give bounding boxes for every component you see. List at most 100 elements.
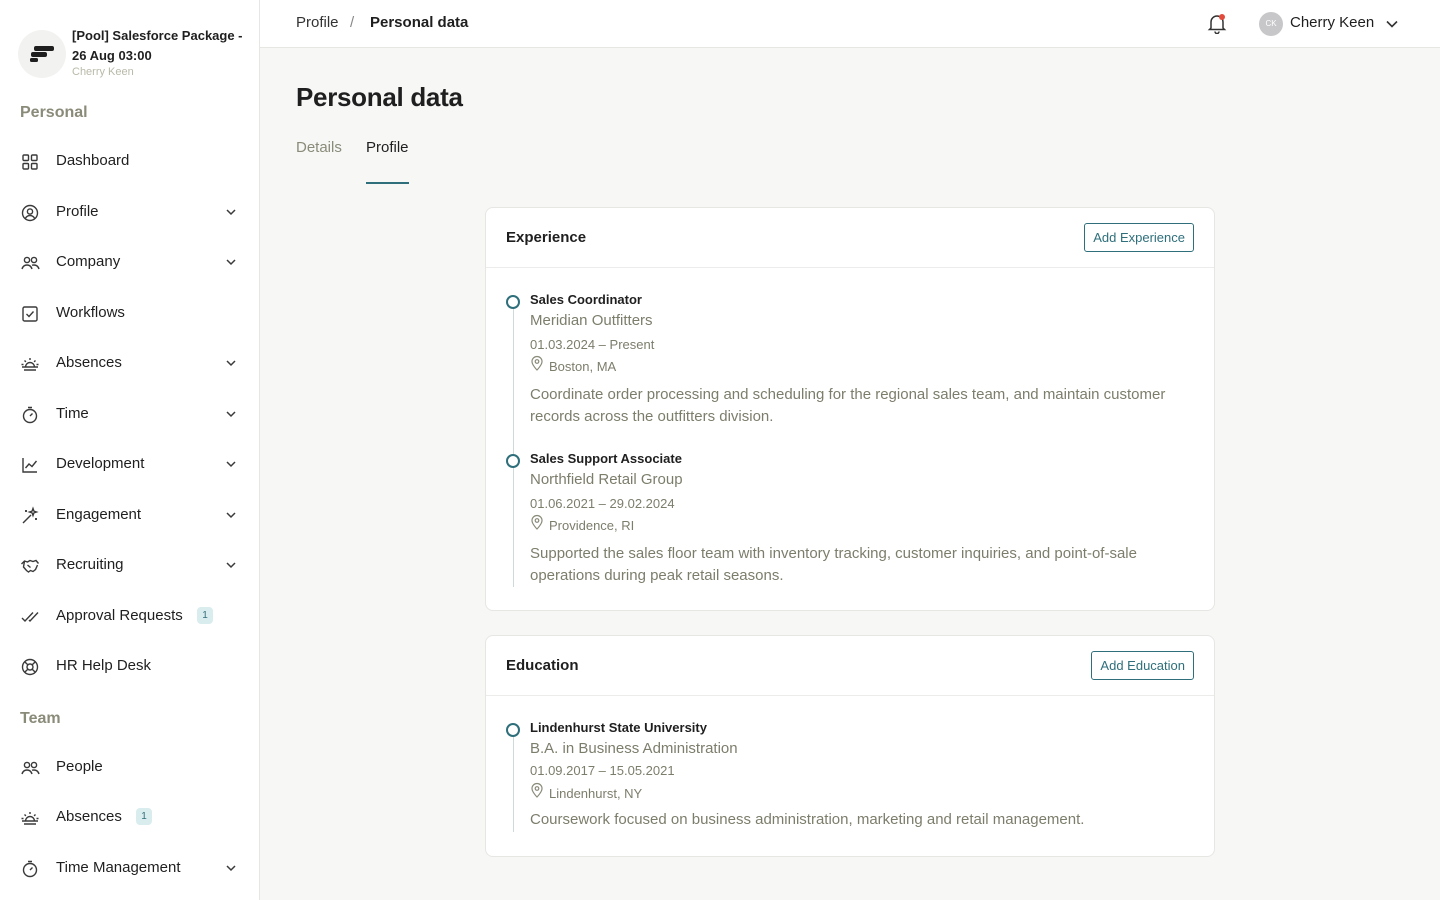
- sidebar-item-label: Approval Requests: [56, 607, 183, 624]
- users-icon: [21, 256, 40, 270]
- entry-description: Supported the sales floor team with inve…: [530, 545, 1137, 584]
- location-pin-icon: [531, 782, 543, 798]
- add-experience-button[interactable]: Add Experience: [1084, 223, 1194, 252]
- chart-line-icon: [22, 458, 38, 473]
- tab-profile[interactable]: Profile: [366, 139, 409, 156]
- sidebar-item-label: People: [56, 758, 103, 775]
- lifebuoy-icon: [21, 658, 39, 676]
- chevron-down-icon: [226, 360, 236, 367]
- chevron-down-icon: [226, 209, 236, 216]
- sidebar-item-label: Time: [56, 405, 89, 422]
- education-title: Education: [506, 657, 579, 674]
- breadcrumb-profile-link[interactable]: Profile: [296, 14, 339, 31]
- chevron-down-icon: [226, 411, 236, 418]
- double-check-icon: [21, 612, 39, 623]
- sidebar-item-workflows[interactable]: Workflows: [0, 293, 259, 333]
- breadcrumb-current: Personal data: [370, 14, 469, 31]
- add-education-button[interactable]: Add Education: [1091, 651, 1194, 680]
- chevron-down-icon: [226, 512, 236, 519]
- approval-count-badge: 1: [197, 607, 213, 624]
- active-tab-indicator: [366, 182, 409, 184]
- entry-degree: B.A. in Business Administration: [530, 740, 738, 757]
- education-card: Education Add Education Lindenhurst Stat…: [485, 635, 1215, 857]
- location-pin-icon: [531, 514, 543, 530]
- handshake-icon: [21, 559, 40, 573]
- top-bar: Profile / Personal data CK Cherry Keen: [260, 0, 1440, 48]
- chevron-down-icon[interactable]: [1385, 17, 1399, 31]
- entry-organization: Meridian Outfitters: [530, 312, 653, 329]
- section-title-team: Team: [20, 710, 61, 727]
- user-menu-name[interactable]: Cherry Keen: [1290, 14, 1374, 31]
- sidebar-item-team-absences[interactable]: Absences 1: [0, 797, 259, 837]
- checkbox-icon: [22, 306, 38, 322]
- location-pin-icon: [531, 355, 543, 371]
- breadcrumb-separator: /: [350, 14, 355, 31]
- sunrise-icon: [21, 812, 39, 825]
- entry-location: Boston, MA: [549, 359, 617, 374]
- experience-title: Experience: [506, 229, 587, 246]
- experience-card: Experience Add Experience Sales Coordina…: [485, 207, 1215, 611]
- sidebar-item-label: Absences: [56, 354, 122, 371]
- users-icon: [21, 761, 40, 775]
- sidebar-item-hr-help-desk[interactable]: HR Help Desk: [0, 646, 259, 686]
- chevron-down-icon: [226, 461, 236, 468]
- timeline-dot: [506, 723, 520, 737]
- chevron-down-icon: [226, 259, 236, 266]
- entry-location: Lindenhurst, NY: [549, 786, 643, 801]
- section-title-personal: Personal: [20, 104, 88, 121]
- entry-description: Coordinate order processing and scheduli…: [530, 386, 1166, 425]
- sunrise-icon: [21, 358, 39, 371]
- entry-dates: 01.09.2017 – 15.05.2021: [530, 763, 675, 778]
- sidebar-item-label: Engagement: [56, 506, 142, 523]
- entry-title: Sales Support Associate: [530, 451, 682, 466]
- absences-count-badge: 1: [136, 808, 152, 825]
- sidebar-item-label: Absences: [56, 808, 122, 825]
- experience-card-header: Experience Add Experience: [486, 208, 1214, 268]
- timeline-dot: [506, 295, 520, 309]
- sidebar-item-dashboard[interactable]: Dashboard: [0, 141, 259, 181]
- grid-icon: [22, 154, 38, 170]
- education-card-header: Education Add Education: [486, 636, 1214, 696]
- sidebar-item-approval-requests[interactable]: Approval Requests 1: [0, 596, 259, 636]
- avatar[interactable]: CK: [1259, 12, 1283, 36]
- company-logo-icon: [18, 30, 66, 78]
- chevron-down-icon: [226, 865, 236, 872]
- workspace-user: Cherry Keen: [72, 66, 134, 78]
- sidebar-item-company[interactable]: Company: [0, 242, 259, 282]
- education-entry: Lindenhurst State University B.A. in Bus…: [506, 720, 1196, 840]
- tab-details[interactable]: Details: [296, 139, 342, 156]
- entry-location: Providence, RI: [549, 518, 635, 533]
- experience-entry: Sales Coordinator Meridian Outfitters 01…: [506, 292, 1196, 432]
- sidebar-item-label: Recruiting: [56, 556, 124, 573]
- sparkle-icon: [22, 506, 39, 524]
- workspace-switcher[interactable]: [Pool] Salesforce Package - 26 Aug 03:00…: [18, 26, 248, 82]
- sidebar-item-absences[interactable]: Absences: [0, 343, 259, 383]
- experience-entry: Sales Support Associate Northfield Retai…: [506, 451, 1196, 591]
- timeline-dot: [506, 454, 520, 468]
- sidebar: [Pool] Salesforce Package - 26 Aug 03:00…: [0, 0, 260, 900]
- sidebar-item-label: Dashboard: [56, 152, 130, 169]
- sidebar-item-time[interactable]: Time: [0, 394, 259, 434]
- sidebar-item-people[interactable]: People: [0, 747, 259, 787]
- sidebar-item-profile[interactable]: Profile: [0, 192, 259, 232]
- sidebar-item-recruiting[interactable]: Recruiting: [0, 545, 259, 585]
- sidebar-item-label: Development: [56, 455, 145, 472]
- workspace-title: [Pool] Salesforce Package - 26 Aug 03:00: [72, 28, 243, 63]
- entry-dates: 01.06.2021 – 29.02.2024: [530, 496, 675, 511]
- stopwatch-icon: [22, 406, 38, 424]
- chevron-down-icon: [226, 562, 236, 569]
- sidebar-item-label: Time Management: [56, 859, 181, 876]
- sidebar-item-label: HR Help Desk: [56, 657, 152, 674]
- user-circle-icon: [21, 204, 39, 222]
- sidebar-item-time-management[interactable]: Time Management: [0, 848, 259, 888]
- sidebar-item-engagement[interactable]: Engagement: [0, 495, 259, 535]
- sidebar-item-label: Company: [56, 253, 121, 270]
- notification-dot: [1219, 14, 1225, 20]
- entry-organization: Northfield Retail Group: [530, 471, 683, 488]
- sidebar-item-development[interactable]: Development: [0, 444, 259, 484]
- entry-title: Lindenhurst State University: [530, 720, 707, 735]
- entry-dates: 01.03.2024 – Present: [530, 337, 655, 352]
- sidebar-item-label: Workflows: [56, 304, 125, 321]
- entry-title: Sales Coordinator: [530, 292, 642, 307]
- sidebar-item-label: Profile: [56, 203, 99, 220]
